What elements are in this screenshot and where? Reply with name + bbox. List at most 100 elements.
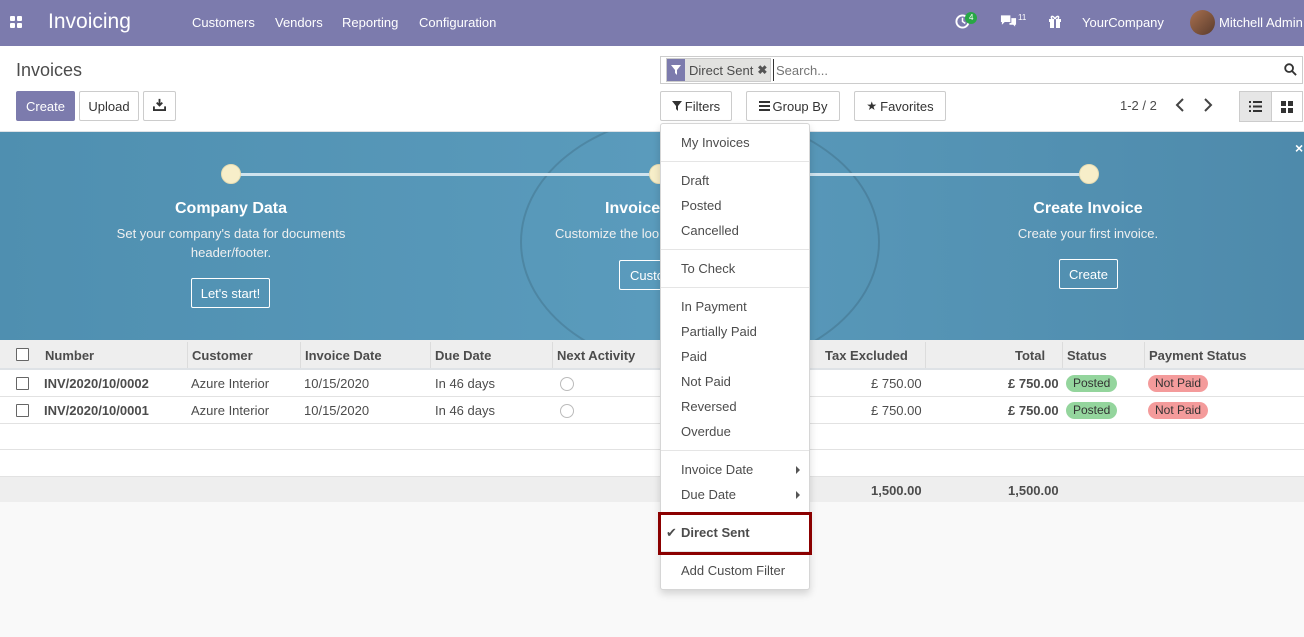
status-badge: Posted (1066, 402, 1118, 419)
header-payment-status[interactable]: Payment Status (1149, 348, 1247, 363)
table-row[interactable]: INV/2020/10/0001 Azure Interior 10/15/20… (0, 397, 1304, 424)
activity-clock-icon[interactable] (560, 404, 574, 418)
list-view-icon[interactable] (1240, 92, 1271, 121)
payment-status-badge: Not Paid (1148, 402, 1209, 419)
filter-due-date[interactable]: Due Date (681, 487, 736, 502)
download-button[interactable] (143, 91, 176, 121)
filter-not-paid[interactable]: Not Paid (681, 374, 731, 389)
add-custom-filter[interactable]: Add Custom Filter (681, 563, 785, 578)
onboarding-banner: Company Data Set your company's data for… (0, 132, 1304, 340)
filter-my-invoices[interactable]: My Invoices (681, 135, 750, 150)
search-input[interactable] (773, 59, 1273, 81)
header-number[interactable]: Number (45, 348, 94, 363)
filter-invoice-date[interactable]: Invoice Date (681, 462, 753, 477)
step-title: Create Invoice (1033, 200, 1143, 217)
cell-due-date: In 46 days (435, 376, 495, 391)
caret-right-icon (796, 491, 800, 499)
messages-icon[interactable]: 11 (1000, 13, 1026, 31)
header-status[interactable]: Status (1067, 348, 1107, 363)
cell-total: £ 750.00 (1008, 403, 1059, 418)
filter-in-payment[interactable]: In Payment (681, 299, 747, 314)
step-description: Set your company's data for documents he… (116, 226, 346, 260)
header-invoice-date[interactable]: Invoice Date (305, 348, 382, 363)
header-tax-excluded[interactable]: Tax Excluded (825, 348, 908, 363)
divider (661, 161, 809, 162)
app-title[interactable]: Invoicing (48, 10, 131, 34)
divider (661, 249, 809, 250)
filter-icon (671, 99, 682, 114)
step-title: Invoice (605, 200, 661, 217)
bars-icon (758, 99, 770, 114)
gift-icon[interactable] (1048, 14, 1062, 31)
pager-next-icon[interactable] (1203, 98, 1213, 115)
filter-overdue[interactable]: Overdue (681, 424, 731, 439)
filter-paid[interactable]: Paid (681, 349, 707, 364)
star-icon: ★ (866, 99, 878, 113)
cell-customer: Azure Interior (191, 376, 270, 391)
filter-to-check[interactable]: To Check (681, 261, 735, 276)
column-separator (300, 342, 301, 368)
cell-number: INV/2020/10/0001 (44, 403, 149, 418)
create-button[interactable]: Create (16, 91, 75, 121)
highlight-box (658, 512, 812, 555)
group-by-button[interactable]: Group By (746, 91, 840, 121)
select-all-checkbox[interactable] (16, 348, 29, 361)
messages-badge: 11 (1018, 13, 1027, 22)
menu-reporting[interactable]: Reporting (342, 15, 398, 30)
header-next-activity[interactable]: Next Activity (557, 348, 635, 363)
empty-row (0, 450, 1304, 477)
search-icon[interactable] (1284, 63, 1297, 79)
step-dot (1079, 164, 1099, 184)
create-invoice-button[interactable]: Create (1059, 259, 1118, 289)
kanban-view-icon[interactable] (1270, 92, 1302, 121)
menu-customers[interactable]: Customers (192, 15, 255, 30)
favorites-label: Favorites (880, 98, 934, 114)
top-navbar: Invoicing Customers Vendors Reporting Co… (0, 0, 1304, 46)
header-total[interactable]: Total (1015, 348, 1045, 363)
column-separator (552, 342, 553, 368)
pager-value[interactable]: 1-2 / 2 (1120, 98, 1157, 113)
row-checkbox[interactable] (16, 404, 29, 417)
breadcrumb: Invoices (16, 60, 83, 80)
header-due-date[interactable]: Due Date (435, 348, 491, 363)
filter-reversed[interactable]: Reversed (681, 399, 737, 414)
column-separator (925, 342, 926, 368)
row-checkbox[interactable] (16, 377, 29, 390)
close-icon[interactable]: × (1295, 140, 1303, 156)
filter-icon (667, 59, 685, 81)
filter-partially-paid[interactable]: Partially Paid (681, 324, 757, 339)
cell-tax-excluded: £ 750.00 (871, 403, 922, 418)
menu-configuration[interactable]: Configuration (419, 15, 496, 30)
upload-button[interactable]: Upload (79, 91, 139, 121)
cell-customer: Azure Interior (191, 403, 270, 418)
user-menu[interactable]: Mitchell Admin (1219, 15, 1303, 30)
pager-previous-icon[interactable] (1175, 98, 1185, 115)
filter-cancelled[interactable]: Cancelled (681, 223, 739, 238)
filters-button[interactable]: Filters (660, 91, 732, 121)
favorites-button[interactable]: ★ Favorites (854, 91, 946, 121)
facet-remove-icon[interactable]: ✖ (757, 63, 770, 77)
column-separator (430, 342, 431, 368)
filters-label: Filters (684, 98, 721, 114)
cell-invoice-date: 10/15/2020 (304, 403, 370, 418)
caret-right-icon (796, 466, 800, 474)
user-avatar[interactable] (1190, 10, 1215, 35)
lets-start-button[interactable]: Let's start! (191, 278, 270, 308)
filter-posted[interactable]: Posted (681, 198, 721, 213)
column-separator (1062, 342, 1063, 368)
cell-tax-excluded: £ 750.00 (871, 376, 922, 391)
empty-row (0, 424, 1304, 450)
step-dot (221, 164, 241, 184)
activity-clock-icon[interactable]: 4 (955, 12, 978, 32)
filter-draft[interactable]: Draft (681, 173, 709, 188)
header-customer[interactable]: Customer (192, 348, 253, 363)
footer-tax-excluded: 1,500.00 (871, 483, 922, 498)
company-switcher[interactable]: YourCompany (1082, 15, 1164, 30)
apps-menu-icon[interactable] (10, 16, 23, 29)
menu-vendors[interactable]: Vendors (275, 15, 323, 30)
search-facet[interactable]: Direct Sent ✖ (666, 58, 772, 82)
activity-clock-icon[interactable] (560, 377, 574, 391)
step-description: Create your first invoice. (1017, 226, 1159, 241)
table-row[interactable]: INV/2020/10/0002 Azure Interior 10/15/20… (0, 370, 1304, 397)
download-icon (153, 98, 166, 114)
